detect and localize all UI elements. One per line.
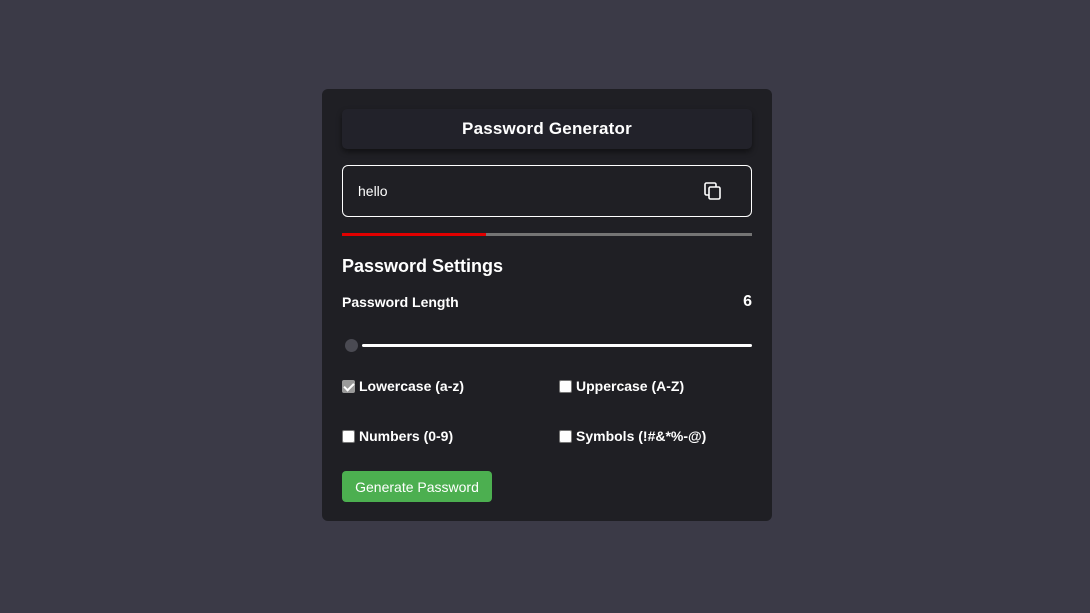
option-uppercase[interactable]: Uppercase (A-Z) — [559, 378, 752, 394]
length-label: Password Length — [342, 294, 459, 310]
option-lowercase[interactable]: Lowercase (a-z) — [342, 378, 559, 394]
copy-icon[interactable] — [703, 181, 723, 201]
length-value: 6 — [743, 293, 752, 310]
password-generator-card: Password Generator Password Settings Pas… — [322, 89, 772, 521]
settings-heading: Password Settings — [342, 256, 504, 276]
password-display — [342, 165, 752, 217]
option-numbers[interactable]: Numbers (0-9) — [342, 428, 559, 444]
symbols-checkbox[interactable] — [559, 429, 572, 443]
uppercase-checkbox[interactable] — [559, 379, 572, 393]
length-slider[interactable] — [342, 337, 752, 353]
strength-meter — [342, 233, 752, 236]
strength-meter-fill — [342, 233, 486, 236]
option-symbols[interactable]: Symbols (!#&*%-@) — [559, 428, 752, 444]
numbers-checkbox[interactable] — [342, 429, 355, 443]
uppercase-label: Uppercase (A-Z) — [576, 378, 685, 394]
symbols-label: Symbols (!#&*%-@) — [576, 428, 707, 444]
slider-thumb[interactable] — [345, 339, 358, 352]
options-grid: Lowercase (a-z) Uppercase (A-Z) Numbers … — [342, 378, 752, 444]
numbers-label: Numbers (0-9) — [359, 428, 454, 444]
lowercase-label: Lowercase (a-z) — [359, 378, 465, 394]
lowercase-checkbox[interactable] — [342, 379, 355, 393]
slider-track[interactable] — [362, 344, 752, 347]
length-row: Password Length 6 — [342, 293, 752, 311]
generate-password-button[interactable]: Generate Password — [342, 471, 492, 502]
password-output[interactable] — [358, 183, 658, 199]
app-title: Password Generator — [342, 109, 752, 149]
